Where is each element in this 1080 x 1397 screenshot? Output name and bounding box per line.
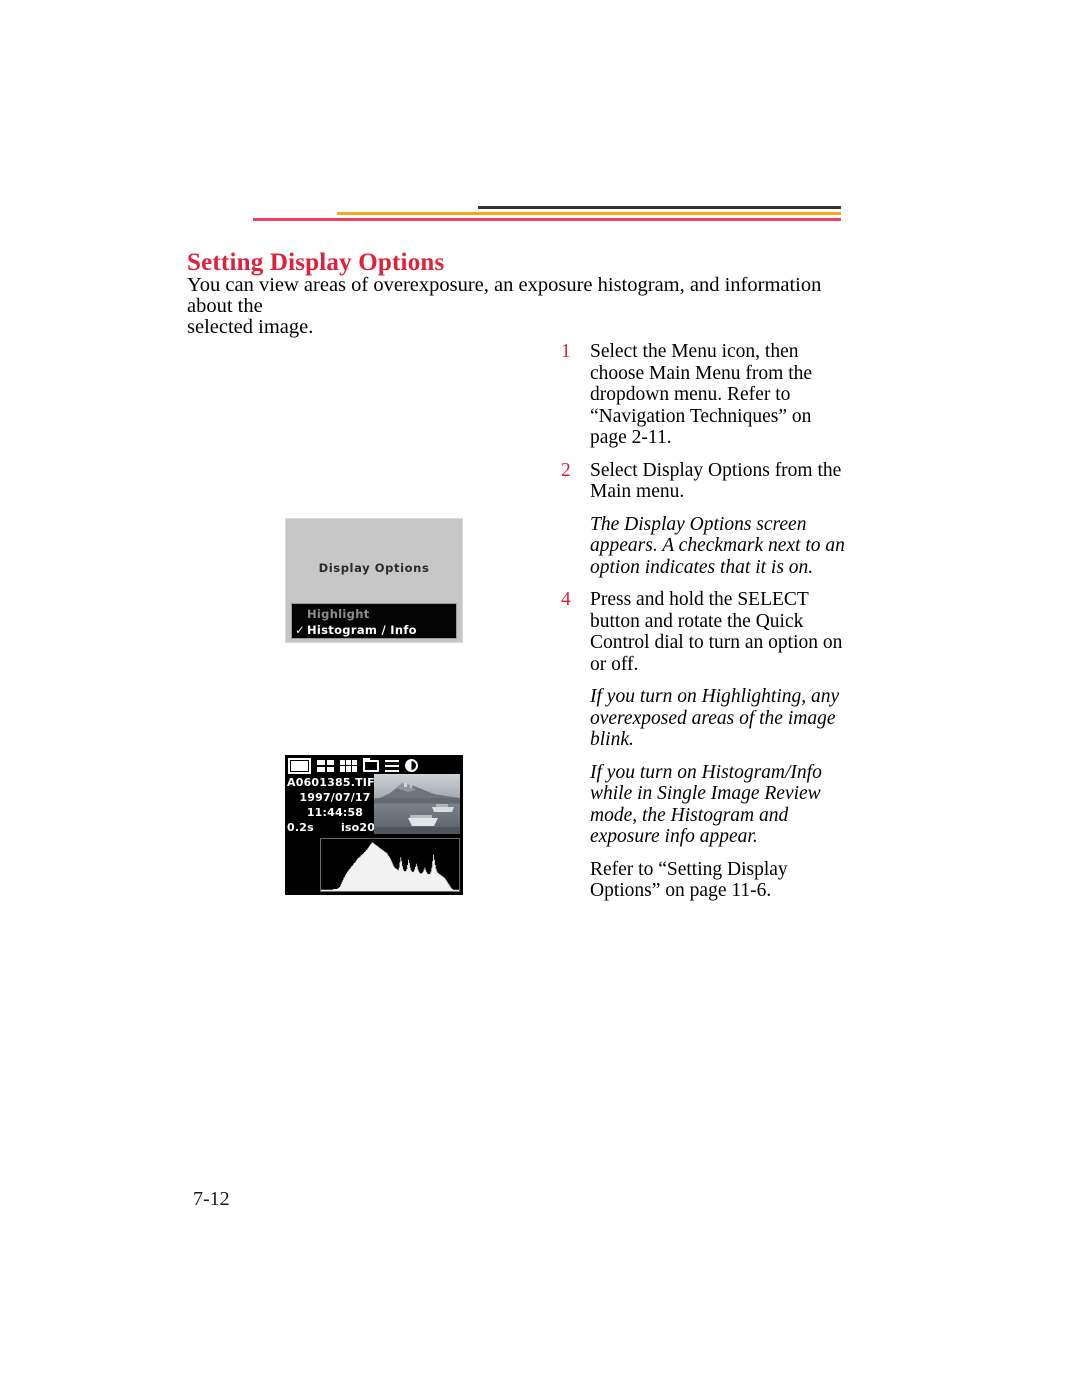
lcd-option-label: Highlight	[307, 607, 370, 621]
lcd-option-histogram-info: ✓ Histogram / Info	[295, 622, 456, 638]
header-rule-red	[253, 218, 841, 221]
lcd-toolbar	[288, 757, 460, 774]
lcd-option-list: Highlight ✓ Histogram / Info	[291, 603, 457, 639]
lcd-histogram-screenshot: A0601385.TIF 1997/07/17 11:44:58 0.2s is…	[285, 755, 463, 895]
lcd-image-thumbnail	[374, 774, 460, 834]
instruction-steps: 1 Select the Menu icon, then choose Main…	[561, 341, 851, 913]
page-number: 7-12	[193, 1188, 230, 1210]
step-note: The Display Options screen appears. A ch…	[590, 513, 845, 578]
lcd-screen-title: Display Options	[318, 561, 430, 575]
list-lines-icon	[385, 759, 399, 772]
lcd-capture-date: 1997/07/17	[299, 791, 371, 804]
step-number: 1	[561, 341, 571, 362]
lcd-display-options-screenshot: Display Options Highlight ✓ Histogram / I…	[285, 518, 463, 643]
step-item: 2 Select Display Options from the Main m…	[561, 460, 851, 503]
thumbnail-photo	[374, 774, 460, 834]
histogram-chart	[321, 842, 459, 891]
lcd-histogram-plot	[320, 838, 460, 892]
lcd-shutter-iso-row: 0.2s iso200	[287, 820, 383, 835]
checkmark-icon: ✓	[295, 623, 305, 637]
single-frame-icon	[288, 757, 311, 774]
step-text: Press and hold the SELECT button and rot…	[590, 589, 843, 675]
step-item: 1 Select the Menu icon, then choose Main…	[561, 341, 851, 449]
lcd-shutter-speed: 0.2s	[287, 821, 314, 834]
lcd-capture-time: 11:44:58	[306, 806, 364, 819]
grid-2x2-icon	[317, 759, 334, 772]
intro-line-2: selected image.	[187, 316, 314, 338]
step-text: Select the Menu icon, then choose Main M…	[590, 341, 813, 448]
header-rule-black	[478, 206, 841, 209]
header-rule-orange	[337, 212, 841, 215]
contrast-icon	[405, 759, 418, 772]
lcd-filename: A0601385.TIF	[287, 776, 375, 789]
step-text: Select Display Options from the Main men…	[590, 459, 842, 503]
step-reference: Refer to “Setting Display Options” on pa…	[590, 858, 788, 902]
intro-line-1: You can view areas of overexposure, an e…	[187, 274, 822, 317]
step-note: If you turn on Highlighting, any overexp…	[590, 686, 840, 750]
step-note: If you turn on Histogram/Info while in S…	[590, 761, 822, 848]
step-number: 4	[561, 589, 571, 610]
lcd-option-highlight: Highlight	[295, 606, 456, 622]
folder-icon	[363, 757, 379, 772]
intro-paragraph: You can view areas of overexposure, an e…	[187, 275, 842, 338]
step-item: 4 Press and hold the SELECT button and r…	[561, 589, 851, 675]
grid-3x3-icon	[340, 759, 357, 772]
step-number: 2	[561, 459, 571, 481]
lcd-option-label: Histogram / Info	[307, 623, 417, 637]
page-title: Setting Display Options	[187, 248, 445, 276]
